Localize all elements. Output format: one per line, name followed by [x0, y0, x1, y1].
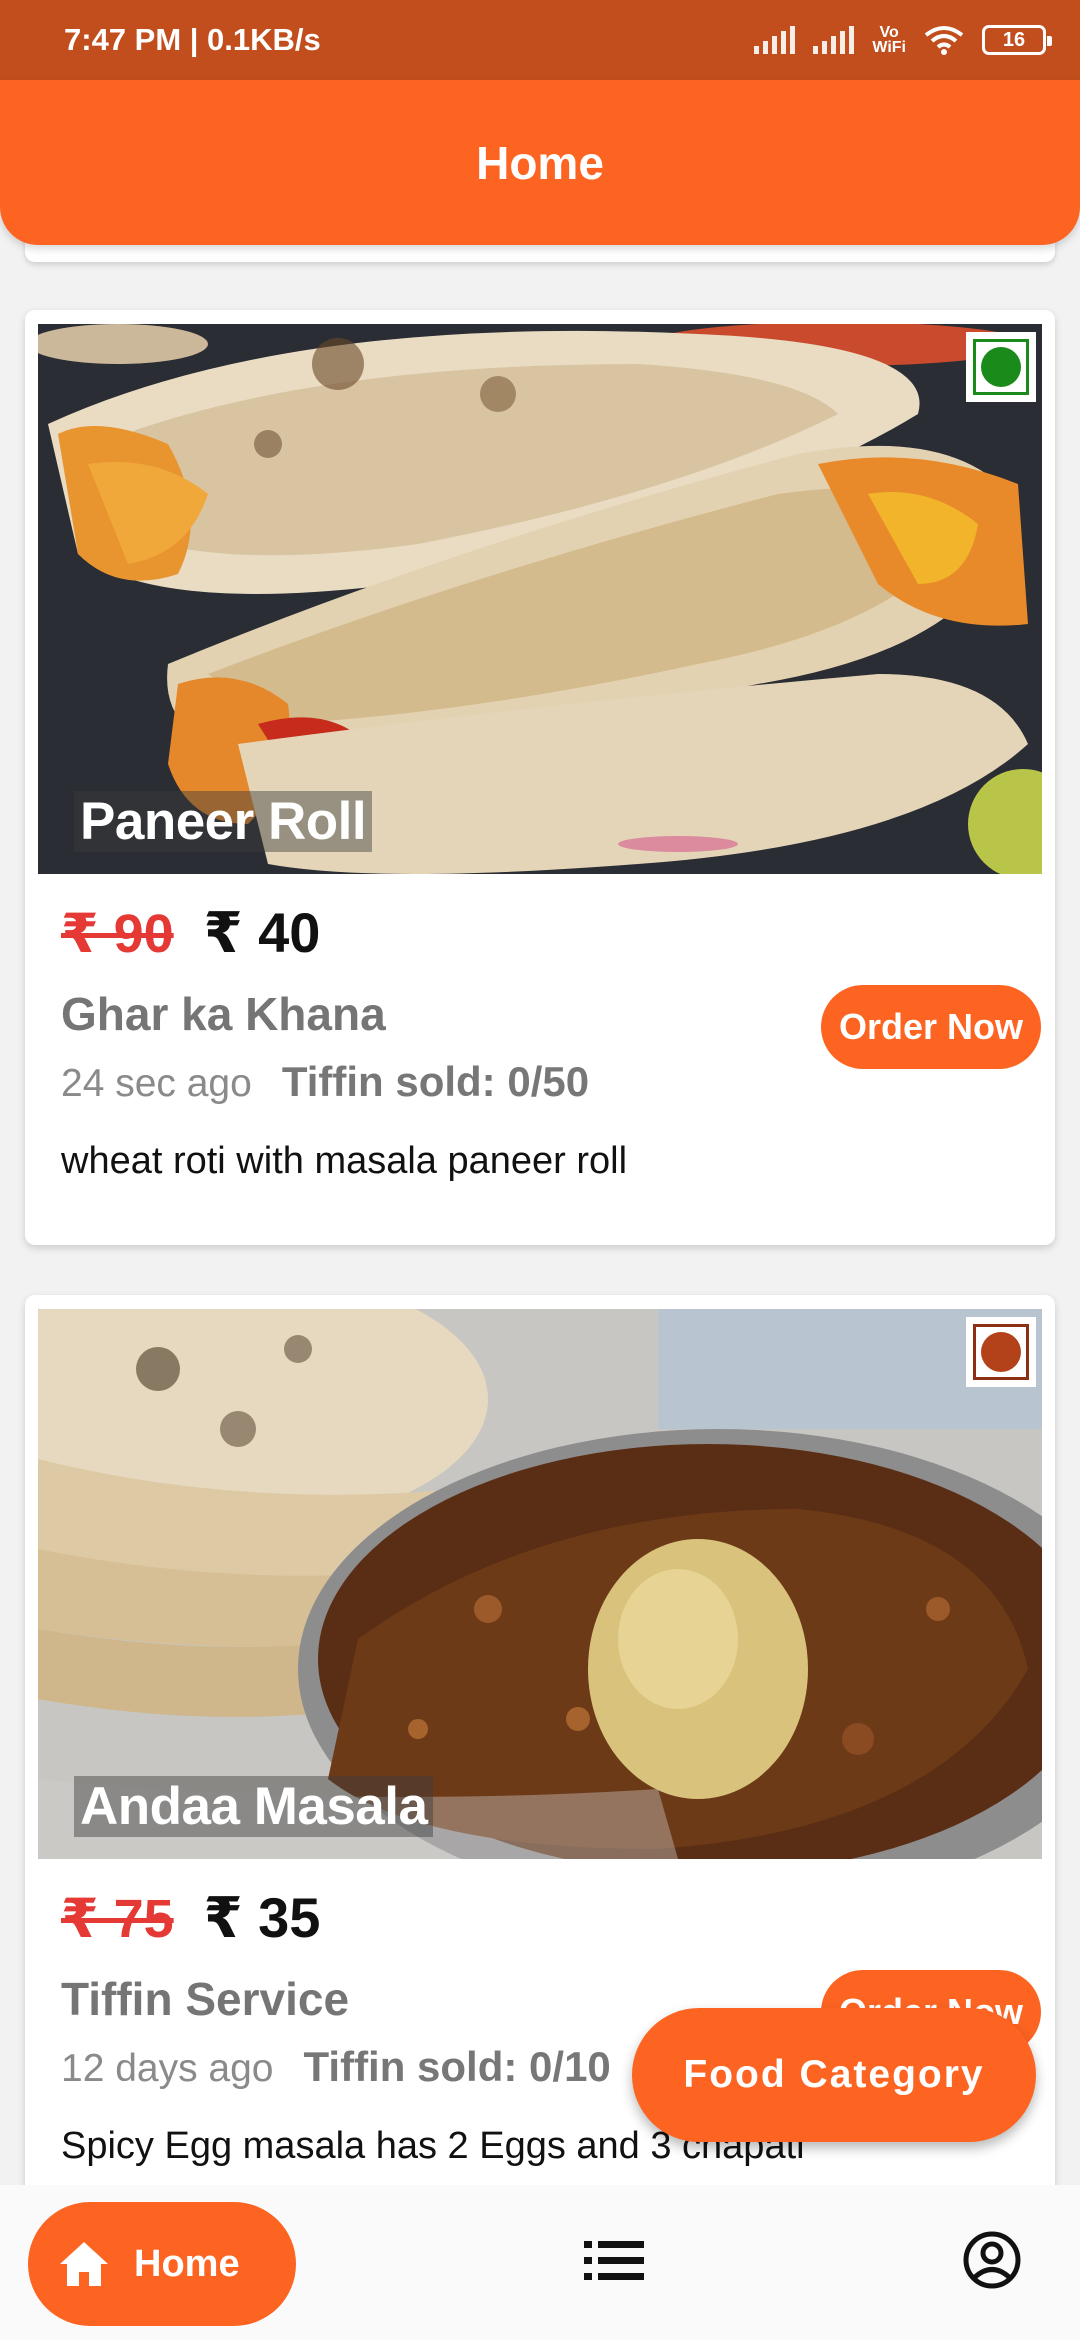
original-price: ₹ 90 [61, 904, 174, 964]
food-title: Paneer Roll [74, 791, 373, 852]
nav-home-label: Home [134, 2242, 240, 2285]
order-now-button[interactable]: Order Now [821, 985, 1041, 1069]
signal-icon [754, 26, 796, 54]
meta-row: 24 sec ago Tiffin sold: 0/50 [61, 1058, 589, 1106]
meta-row: 12 days ago Tiffin sold: 0/10 [61, 2043, 611, 2091]
food-title: Andaa Masala [74, 1776, 434, 1837]
nav-home-button[interactable]: Home [28, 2202, 296, 2326]
food-image: Andaa Masala [38, 1309, 1042, 1859]
food-image: Paneer Roll [38, 324, 1042, 874]
profile-icon[interactable] [962, 2230, 1022, 2290]
food-category-button[interactable]: Food Category [632, 2008, 1036, 2142]
provider-name: Tiffin Service [61, 1973, 350, 2025]
discounted-price: ₹ 40 [203, 901, 321, 964]
price-row: ₹ 90 ₹ 40 [61, 900, 320, 966]
non-veg-indicator-icon [966, 1317, 1036, 1387]
tiffin-sold: Tiffin sold: 0/10 [303, 2043, 611, 2090]
posted-time: 12 days ago [61, 2047, 274, 2090]
wifi-icon [924, 26, 964, 55]
food-description: wheat roti with masala paneer roll [61, 1140, 628, 1182]
status-icons: Vo WiFi 16 [754, 24, 1052, 56]
home-icon [60, 2242, 108, 2286]
app-bar: Home [0, 80, 1080, 245]
list-icon[interactable] [584, 2239, 644, 2283]
page-title: Home [476, 136, 604, 189]
provider-name: Ghar ka Khana [61, 988, 386, 1040]
discounted-price: ₹ 35 [203, 1886, 321, 1949]
original-price: ₹ 75 [61, 1889, 174, 1949]
tiffin-sold: Tiffin sold: 0/50 [281, 1058, 590, 1105]
battery-icon: 16 [982, 25, 1052, 55]
price-row: ₹ 75 ₹ 35 [61, 1885, 320, 1951]
vowifi-icon: Vo WiFi [872, 24, 906, 56]
food-card[interactable]: Paneer Roll ₹ 90 ₹ 40 Ghar ka Khana 24 s… [25, 310, 1055, 1245]
signal-icon-2 [813, 26, 855, 54]
bottom-navigation: Home [0, 2185, 1080, 2340]
veg-indicator-icon [966, 332, 1036, 402]
posted-time: 24 sec ago [61, 1062, 252, 1105]
status-time: 7:47 PM | 0.1KB/s [64, 22, 321, 57]
status-bar: 7:47 PM | 0.1KB/s Vo WiFi 16 [0, 0, 1080, 80]
